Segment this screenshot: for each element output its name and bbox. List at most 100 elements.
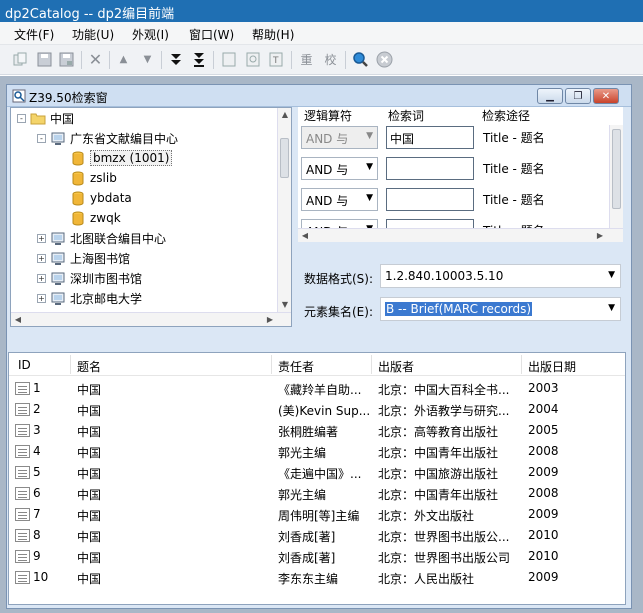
table-row[interactable]: 9 中国 刘香成[著] 北京：世界图书出版公司 2010: [9, 546, 625, 567]
table-row[interactable]: 10 中国 李东东主编 北京：人民出版社 2009: [9, 567, 625, 588]
search-term-input[interactable]: 中国: [386, 126, 474, 149]
element-set-select[interactable]: B -- Brief(MARC records) ▼: [380, 297, 621, 321]
redo-button[interactable]: 重: [298, 51, 315, 68]
chevron-down-icon[interactable]: ▼: [608, 270, 615, 280]
tree-node[interactable]: ybdata: [57, 188, 132, 208]
table-row[interactable]: 5 中国 《走遍中国》... 北京：中国旅游出版社 2009: [9, 462, 625, 483]
column-header-id[interactable]: ID: [18, 358, 31, 372]
tree-node[interactable]: zslib: [57, 168, 117, 188]
tree-scroll-thumb[interactable]: [280, 138, 289, 178]
scroll-right-arrow-icon[interactable]: ▶: [593, 229, 607, 242]
next-icon[interactable]: ▼: [139, 51, 156, 68]
table-row[interactable]: 4 中国 郭光主编 北京：中国青年出版社 2008: [9, 441, 625, 462]
stop-icon[interactable]: [376, 51, 393, 68]
results-list[interactable]: ID 题名 责任者 出版者 出版日期 1 中国 《藏羚羊自助... 北京：中国大百科全…: [8, 352, 626, 605]
tree-node[interactable]: - 广东省文献编目中心: [37, 128, 178, 148]
scroll-right-arrow-icon[interactable]: ▶: [263, 313, 277, 326]
menu-appearance[interactable]: 外观(I): [132, 26, 169, 43]
save-icon[interactable]: [36, 51, 53, 68]
table-cell: 8: [33, 528, 41, 542]
column-divider[interactable]: [271, 355, 272, 374]
operator-select[interactable]: AND 与 ▼: [301, 126, 378, 149]
column-header-title[interactable]: 题名: [77, 358, 101, 375]
search-path-select[interactable]: Title - 题名: [481, 188, 605, 211]
server-tree[interactable]: - 中国 - 广东省文献编目中心 bmzx (1001) zslib ybdata zwqk +…: [10, 107, 292, 327]
table-row[interactable]: 6 中国 郭光主编 北京：中国青年出版社 2008: [9, 483, 625, 504]
query-scroll-thumb[interactable]: [612, 129, 621, 209]
tree-node[interactable]: + 深圳市图书馆: [37, 268, 142, 288]
search-path-select[interactable]: Title - 题名: [481, 126, 605, 149]
restore-button[interactable]: ❐: [565, 88, 591, 104]
column-header-publisher[interactable]: 出版者: [378, 358, 414, 375]
query-scrollbar-horizontal[interactable]: ◀ ▶: [298, 228, 623, 242]
operator-value: AND 与: [306, 132, 349, 146]
query-scrollbar-vertical[interactable]: [609, 125, 623, 242]
operator-select[interactable]: AND 与 ▼: [301, 188, 378, 211]
next-batch-icon[interactable]: [167, 51, 184, 68]
scroll-up-arrow-icon[interactable]: ▲: [278, 108, 291, 122]
check-button[interactable]: 校: [322, 51, 339, 68]
data-format-select[interactable]: 1.2.840.10003.5.10 ▼: [380, 264, 621, 288]
table-row[interactable]: 3 中国 张桐胜编著 北京：高等教育出版社 2005: [9, 420, 625, 441]
menu-help[interactable]: 帮助(H): [252, 26, 294, 43]
column-header-author[interactable]: 责任者: [278, 358, 314, 375]
tree-expand-icon[interactable]: +: [37, 293, 46, 303]
column-header-pubdate[interactable]: 出版日期: [528, 358, 576, 375]
copy-icon[interactable]: [12, 51, 29, 68]
menu-window[interactable]: 窗口(W): [189, 26, 234, 43]
tree-node[interactable]: + 上海图书馆: [37, 248, 130, 268]
tree-collapse-icon[interactable]: -: [17, 113, 26, 123]
page-icon[interactable]: [220, 51, 237, 68]
tree-node[interactable]: bmzx (1001): [57, 148, 173, 168]
close-button[interactable]: ✕: [593, 88, 619, 104]
toolbar-separator: [345, 51, 346, 69]
table-cell: 6: [33, 486, 41, 500]
prev-icon[interactable]: ▲: [115, 51, 132, 68]
table-row[interactable]: 7 中国 周伟明[等]主编 北京：外文出版社 2009: [9, 504, 625, 525]
term-column-header: 检索词: [388, 109, 425, 123]
tree-expand-icon[interactable]: +: [37, 273, 46, 283]
database-icon: [72, 211, 84, 225]
tree-scrollbar-vertical[interactable]: ▲ ▼: [277, 108, 291, 326]
tree-node[interactable]: + 北图联合编目中心: [37, 228, 166, 248]
table-cell: 郭光主编: [278, 488, 327, 502]
search-term-input[interactable]: [386, 157, 474, 180]
database-icon: [72, 191, 84, 205]
scroll-left-arrow-icon[interactable]: ◀: [11, 313, 25, 326]
scroll-left-arrow-icon[interactable]: ◀: [298, 229, 312, 242]
operator-select[interactable]: AND 与 ▼: [301, 157, 378, 180]
table-cell: 刘香成[著]: [278, 551, 336, 565]
tree-expand-icon[interactable]: +: [37, 253, 46, 263]
table-row[interactable]: 1 中国 《藏羚羊自助... 北京：中国大百科全书... 2003: [9, 378, 625, 399]
delete-icon[interactable]: ✕: [87, 50, 104, 69]
save-as-icon[interactable]: [58, 51, 75, 68]
table-row[interactable]: 2 中国 (美)Kevin Sup... 北京：外语教学与研究... 2004: [9, 399, 625, 420]
chevron-down-icon[interactable]: ▼: [366, 193, 373, 203]
tree-node-label: bmzx (1001): [90, 150, 173, 166]
tree-collapse-icon[interactable]: -: [37, 133, 46, 143]
scroll-down-arrow-icon[interactable]: ▼: [278, 298, 291, 312]
template-icon[interactable]: T: [267, 51, 284, 68]
tree-node[interactable]: + 北京邮电大学: [37, 288, 142, 308]
record-icon[interactable]: [244, 51, 261, 68]
chevron-down-icon[interactable]: ▼: [608, 303, 615, 313]
load-all-icon[interactable]: [190, 51, 207, 68]
table-cell: 《藏羚羊自助...: [278, 383, 362, 397]
table-cell: 北京：外文出版社: [378, 509, 475, 523]
column-divider[interactable]: [521, 355, 522, 374]
chevron-down-icon[interactable]: ▼: [366, 162, 373, 172]
menu-file[interactable]: 文件(F): [14, 26, 54, 43]
search-icon[interactable]: [352, 51, 369, 68]
search-term-input[interactable]: [386, 188, 474, 211]
tree-scrollbar-horizontal[interactable]: ◀ ▶: [11, 312, 291, 326]
tree-expand-icon[interactable]: +: [37, 233, 46, 243]
table-row[interactable]: 8 中国 刘香成[著] 北京：世界图书出版公... 2010: [9, 525, 625, 546]
tree-node[interactable]: - 中国: [17, 108, 74, 128]
column-divider[interactable]: [371, 355, 372, 374]
menu-function[interactable]: 功能(U): [72, 26, 114, 43]
chevron-down-icon[interactable]: ▼: [366, 131, 373, 141]
tree-node[interactable]: zwqk: [57, 208, 121, 228]
search-path-select[interactable]: Title - 题名: [481, 157, 605, 180]
column-divider[interactable]: [70, 355, 71, 374]
minimize-button[interactable]: ▁: [537, 88, 563, 104]
